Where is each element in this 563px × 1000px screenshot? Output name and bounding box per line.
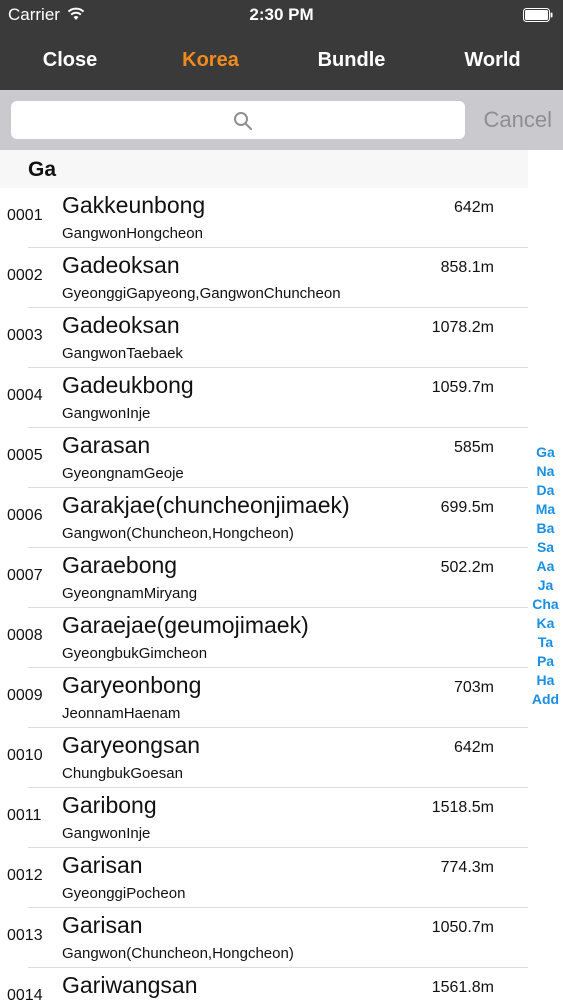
section-title: Ga bbox=[28, 158, 57, 181]
search-field[interactable] bbox=[11, 101, 469, 141]
list-item[interactable]: 0007 Garaebong GyeongnamMiryang 502.2m bbox=[0, 548, 528, 608]
item-name: Garaejae(geumojimaek) bbox=[62, 612, 309, 638]
tab-world[interactable]: World bbox=[422, 40, 563, 80]
close-button[interactable]: Close bbox=[0, 40, 140, 80]
mountain-list[interactable]: 0001 Gakkeunbong GangwonHongcheon 642m 0… bbox=[0, 188, 528, 1000]
item-name: Gadeukbong bbox=[62, 372, 194, 398]
item-name: Garyeongsan bbox=[62, 732, 201, 758]
item-height: 774.3m bbox=[440, 859, 494, 876]
item-number: 0006 bbox=[7, 507, 43, 524]
index-ba[interactable]: Ba bbox=[528, 519, 563, 538]
item-height: 858.1m bbox=[440, 259, 494, 276]
list-item[interactable]: 0012 Garisan GyeonggiPocheon 774.3m bbox=[0, 848, 528, 908]
tab-korea[interactable]: Korea bbox=[140, 40, 281, 80]
item-name: Garaebong bbox=[62, 552, 178, 578]
index-add[interactable]: Add bbox=[528, 690, 563, 709]
item-region: Gangwon(Chuncheon,Hongcheon) bbox=[62, 945, 294, 962]
index-cha[interactable]: Cha bbox=[528, 595, 563, 614]
item-height: 1518.5m bbox=[431, 799, 494, 816]
section-header: Ga bbox=[0, 150, 528, 188]
index-na[interactable]: Na bbox=[528, 462, 563, 481]
item-region: Gangwon(Chuncheon,Hongcheon) bbox=[62, 525, 294, 542]
index-da[interactable]: Da bbox=[528, 481, 563, 500]
list-item[interactable]: 0006 Garakjae(chuncheonjimaek) Gangwon(C… bbox=[0, 488, 528, 548]
item-number: 0011 bbox=[7, 807, 42, 824]
item-height: 1078.2m bbox=[431, 319, 494, 336]
item-name: Garasan bbox=[62, 432, 151, 458]
item-height: 1050.7m bbox=[431, 919, 494, 936]
item-number: 0014 bbox=[7, 987, 43, 1000]
index-sa[interactable]: Sa bbox=[528, 538, 563, 557]
index-pa[interactable]: Pa bbox=[528, 652, 563, 671]
item-number: 0001 bbox=[7, 207, 43, 224]
list-item[interactable]: 0008 Garaejae(geumojimaek) GyeongbukGimc… bbox=[0, 608, 528, 668]
status-time: 2:30 PM bbox=[249, 5, 314, 24]
item-region: GyeonggiPocheon bbox=[62, 885, 186, 902]
item-number: 0002 bbox=[7, 267, 43, 284]
item-region: GyeongnamGeoje bbox=[62, 465, 184, 482]
index-ha[interactable]: Ha bbox=[528, 671, 563, 690]
list-item[interactable]: 0014 Gariwangsan 1561.8m bbox=[0, 968, 528, 1000]
list-item[interactable]: 0009 Garyeonbong JeonnamHaenam 703m bbox=[0, 668, 528, 728]
index-ta[interactable]: Ta bbox=[528, 633, 563, 652]
item-height: 585m bbox=[453, 439, 494, 456]
item-region: GyeongnamMiryang bbox=[62, 585, 198, 602]
item-height: 502.2m bbox=[440, 559, 494, 576]
item-number: 0007 bbox=[7, 567, 43, 584]
list-item[interactable]: 0002 Gadeoksan GyeonggiGapyeong,GangwonC… bbox=[0, 248, 528, 308]
item-height: 699.5m bbox=[440, 499, 494, 516]
item-name: Gadeoksan bbox=[62, 312, 180, 338]
item-region: ChungbukGoesan bbox=[62, 765, 183, 782]
cancel-button[interactable]: Cancel bbox=[484, 90, 552, 150]
index-ja[interactable]: Ja bbox=[528, 576, 563, 595]
index-aa[interactable]: Aa bbox=[528, 557, 563, 576]
item-name: Garakjae(chuncheonjimaek) bbox=[62, 492, 350, 518]
item-region: GangwonTaebaek bbox=[62, 345, 183, 362]
list-item[interactable]: 0011 Garibong GangwonInje 1518.5m bbox=[0, 788, 528, 848]
item-name: Garisan bbox=[62, 912, 143, 938]
item-region: GangwonInje bbox=[62, 825, 151, 842]
list-item[interactable]: 0010 Garyeongsan ChungbukGoesan 642m bbox=[0, 728, 528, 788]
index-ka[interactable]: Ka bbox=[528, 614, 563, 633]
item-number: 0004 bbox=[7, 387, 43, 404]
item-name: Gakkeunbong bbox=[62, 192, 206, 218]
list-item[interactable]: 0001 Gakkeunbong GangwonHongcheon 642m bbox=[0, 188, 528, 248]
item-name: Gariwangsan bbox=[62, 972, 198, 998]
tab-navigation: Close Korea Bundle World bbox=[0, 40, 563, 80]
search-bar: Cancel bbox=[0, 90, 563, 150]
item-number: 0012 bbox=[7, 867, 43, 884]
search-icon bbox=[234, 112, 252, 130]
item-number: 0003 bbox=[7, 327, 43, 344]
battery-icon bbox=[523, 8, 553, 22]
item-region: GangwonInje bbox=[62, 405, 151, 422]
section-index[interactable]: Ga Na Da Ma Ba Sa Aa Ja Cha Ka Ta Pa Ha … bbox=[528, 443, 563, 709]
item-region: JeonnamHaenam bbox=[62, 705, 181, 722]
list-item[interactable]: 0013 Garisan Gangwon(Chuncheon,Hongcheon… bbox=[0, 908, 528, 968]
item-region: GyeongbukGimcheon bbox=[62, 645, 208, 662]
tab-bundle[interactable]: Bundle bbox=[281, 40, 422, 80]
item-name: Garibong bbox=[62, 792, 157, 818]
index-ma[interactable]: Ma bbox=[528, 500, 563, 519]
list-item[interactable]: 0004 Gadeukbong GangwonInje 1059.7m bbox=[0, 368, 528, 428]
item-number: 0005 bbox=[7, 447, 43, 464]
item-number: 0013 bbox=[7, 927, 43, 944]
item-height: 1561.8m bbox=[431, 979, 494, 996]
item-region: GangwonHongcheon bbox=[62, 225, 203, 242]
item-height: 642m bbox=[453, 199, 494, 216]
item-height: 642m bbox=[453, 739, 494, 756]
item-number: 0010 bbox=[7, 747, 43, 764]
item-number: 0009 bbox=[7, 687, 43, 704]
item-name: Garyeonbong bbox=[62, 672, 202, 698]
item-height: 1059.7m bbox=[431, 379, 494, 396]
item-name: Gadeoksan bbox=[62, 252, 180, 278]
list-item[interactable]: 0003 Gadeoksan GangwonTaebaek 1078.2m bbox=[0, 308, 528, 368]
status-bar: Carrier 2:30 PM bbox=[0, 0, 563, 30]
index-ga[interactable]: Ga bbox=[528, 443, 563, 462]
item-name: Garisan bbox=[62, 852, 143, 878]
list-item[interactable]: 0005 Garasan GyeongnamGeoje 585m bbox=[0, 428, 528, 488]
item-height: 703m bbox=[453, 679, 494, 696]
item-region: GyeonggiGapyeong,GangwonChuncheon bbox=[62, 285, 341, 302]
top-bar: Carrier 2:30 PM Close Korea Bundle World bbox=[0, 0, 563, 90]
item-number: 0008 bbox=[7, 627, 43, 644]
